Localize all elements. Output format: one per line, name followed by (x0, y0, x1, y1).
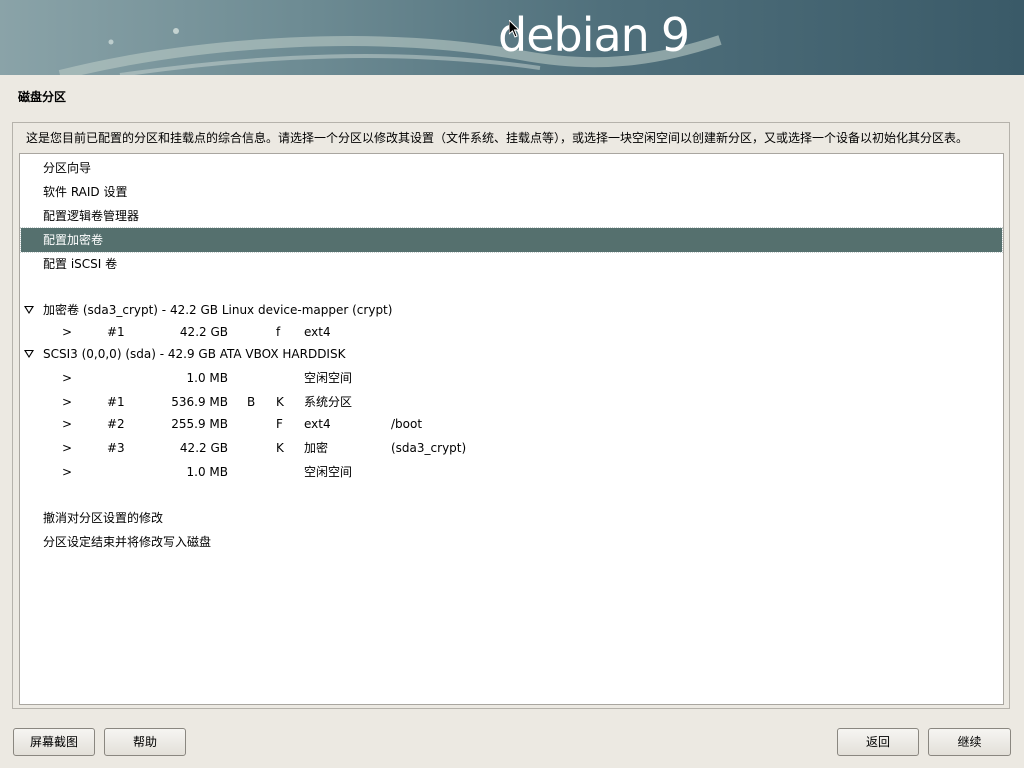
device-row-crypt[interactable]: 加密卷 (sda3_crypt) - 42.2 GB Linux device-… (21, 298, 1002, 322)
partition-type: 加密 (304, 441, 329, 455)
partition-size: 255.9 MB (171, 417, 228, 431)
partition-type: 空闲空间 (304, 371, 353, 385)
menu-item-iscsi[interactable]: 配置 iSCSI 卷 (21, 252, 1002, 276)
chevron-right-icon: > (62, 325, 73, 339)
partition-type: ext4 (304, 325, 331, 339)
menu-item-label: 分区向导 (43, 161, 92, 175)
chevron-right-icon: > (62, 395, 73, 409)
partition-number: #2 (107, 417, 125, 431)
partition-row[interactable]: > #3 42.2 GB K 加密 (sda3_crypt) (21, 436, 1002, 460)
page-title: 磁盘分区 (18, 90, 67, 104)
expand-triangle-icon (24, 306, 34, 314)
partition-size: 1.0 MB (186, 465, 228, 479)
partition-row[interactable]: > 1.0 MB 空闲空间 (21, 460, 1002, 484)
partition-flag: B (247, 395, 256, 409)
finish-partitioning-item[interactable]: 分区设定结束并将修改写入磁盘 (21, 530, 1002, 554)
partition-list[interactable]: 分区向导 软件 RAID 设置 配置逻辑卷管理器 配置加密卷 配置 iSCSI … (19, 153, 1004, 705)
menu-item-label: 配置逻辑卷管理器 (43, 209, 140, 223)
partition-row[interactable]: > #2 255.9 MB F ext4 /boot (21, 412, 1002, 436)
menu-item-lvm[interactable]: 配置逻辑卷管理器 (21, 204, 1002, 228)
device-label: SCSI3 (0,0,0) (sda) - 42.9 GB ATA VBOX H… (43, 347, 346, 361)
partition-size: 536.9 MB (171, 395, 228, 409)
partition-size: 1.0 MB (186, 371, 228, 385)
chevron-right-icon: > (62, 441, 73, 455)
description-text: 这是您目前已配置的分区和挂载点的综合信息。请选择一个分区以修改其设置（文件系统、… (26, 131, 969, 145)
screenshot-button[interactable]: 屏幕截图 (13, 728, 95, 756)
undo-changes-item[interactable]: 撤消对分区设置的修改 (21, 506, 1002, 530)
partition-flag: F (276, 417, 283, 431)
chevron-right-icon: > (62, 371, 73, 385)
partition-row[interactable]: > #1 536.9 MB B K 系统分区 (21, 390, 1002, 414)
partition-flag: f (276, 325, 281, 339)
device-label: 加密卷 (sda3_crypt) - 42.2 GB Linux device-… (43, 303, 393, 317)
partition-type: 空闲空间 (304, 465, 353, 479)
partition-number: #1 (107, 395, 125, 409)
partition-number: #1 (107, 325, 125, 339)
partition-flag: K (276, 395, 284, 409)
menu-item-software-raid[interactable]: 软件 RAID 设置 (21, 180, 1002, 204)
menu-item-encrypted-volumes[interactable]: 配置加密卷 (20, 227, 1003, 253)
continue-button[interactable]: 继续 (928, 728, 1011, 756)
partition-type: ext4 (304, 417, 331, 431)
partition-mount: /boot (391, 417, 423, 431)
partition-mount: (sda3_crypt) (391, 441, 467, 455)
partition-type: 系统分区 (304, 395, 353, 409)
action-label: 撤消对分区设置的修改 (43, 511, 164, 525)
device-row-sda[interactable]: SCSI3 (0,0,0) (sda) - 42.9 GB ATA VBOX H… (21, 342, 1002, 366)
mouse-cursor-icon (509, 20, 521, 38)
debian-logo: debian 9 (498, 8, 690, 62)
menu-item-label: 软件 RAID 设置 (43, 185, 128, 199)
action-label: 分区设定结束并将修改写入磁盘 (43, 535, 212, 549)
partition-flag: K (276, 441, 284, 455)
partition-size: 42.2 GB (179, 325, 228, 339)
partition-size: 42.2 GB (179, 441, 228, 455)
chevron-right-icon: > (62, 417, 73, 431)
partition-number: #3 (107, 441, 125, 455)
partition-row[interactable]: > #1 42.2 GB f ext4 (21, 320, 1002, 344)
help-button[interactable]: 帮助 (104, 728, 186, 756)
menu-item-label: 配置 iSCSI 卷 (43, 257, 118, 271)
menu-item-guided-partitioning[interactable]: 分区向导 (21, 156, 1002, 180)
chevron-right-icon: > (62, 465, 73, 479)
menu-item-label: 配置加密卷 (43, 233, 104, 247)
expand-triangle-icon (24, 350, 34, 358)
back-button[interactable]: 返回 (837, 728, 919, 756)
partition-row[interactable]: > 1.0 MB 空闲空间 (21, 366, 1002, 390)
